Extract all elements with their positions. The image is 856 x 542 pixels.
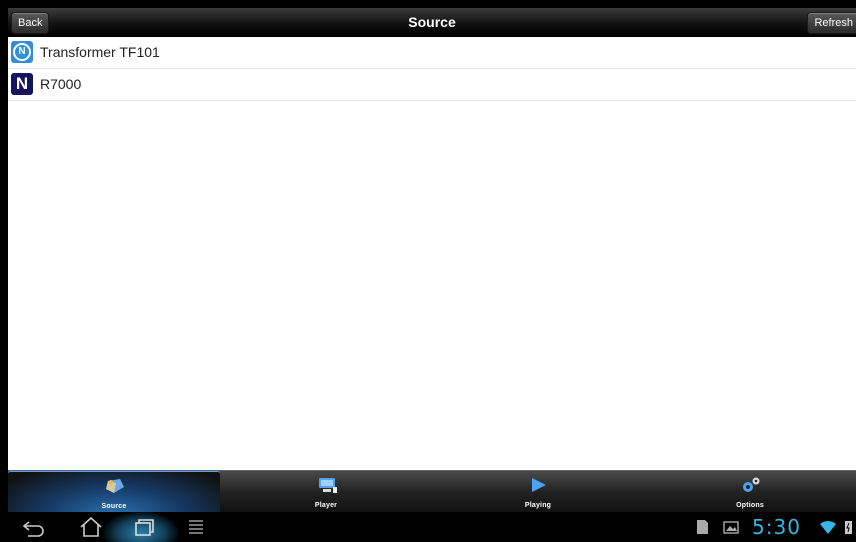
n-logo-icon: N xyxy=(11,73,33,95)
list-item[interactable]: N R7000 xyxy=(8,69,856,101)
tab-label: Source xyxy=(101,503,127,510)
tab-playing[interactable]: Playing xyxy=(432,471,644,513)
tab-label: Playing xyxy=(524,502,552,509)
list-item[interactable]: N Transformer TF101 xyxy=(8,37,856,69)
tab-label: Options xyxy=(736,502,764,509)
recent-apps-icon[interactable] xyxy=(128,517,158,537)
source-list: N Transformer TF101 N R7000 xyxy=(8,37,856,101)
tab-options[interactable]: Options xyxy=(644,471,856,513)
clock: 5:30 xyxy=(752,515,801,539)
source-icon xyxy=(106,479,124,493)
tab-source[interactable]: Source xyxy=(8,471,220,514)
menu-icon[interactable] xyxy=(184,517,208,537)
back-nav-icon[interactable] xyxy=(20,517,50,537)
page-title: Source xyxy=(408,14,456,30)
play-icon xyxy=(532,478,546,492)
tab-player[interactable]: Player xyxy=(220,471,432,513)
sd-card-icon xyxy=(697,520,708,534)
home-nav-icon[interactable] xyxy=(76,517,106,537)
gears-icon xyxy=(743,477,760,492)
refresh-button[interactable]: Refresh xyxy=(807,12,856,34)
bottom-tab-bar: Source Player Playing Options xyxy=(8,470,856,514)
wifi-icon xyxy=(820,520,836,534)
source-name: R7000 xyxy=(40,76,82,92)
image-icon xyxy=(723,521,739,534)
player-icon xyxy=(319,478,337,493)
app-screen: Back Source Refresh N Transformer TF101 … xyxy=(8,8,856,542)
battery-icon xyxy=(845,521,852,534)
nero-gear-icon: N xyxy=(11,41,33,63)
tab-label: Player xyxy=(314,502,338,509)
title-bar: Back Source Refresh xyxy=(8,8,856,38)
source-name: Transformer TF101 xyxy=(40,44,160,60)
system-nav-bar: 5:30 xyxy=(8,512,856,542)
